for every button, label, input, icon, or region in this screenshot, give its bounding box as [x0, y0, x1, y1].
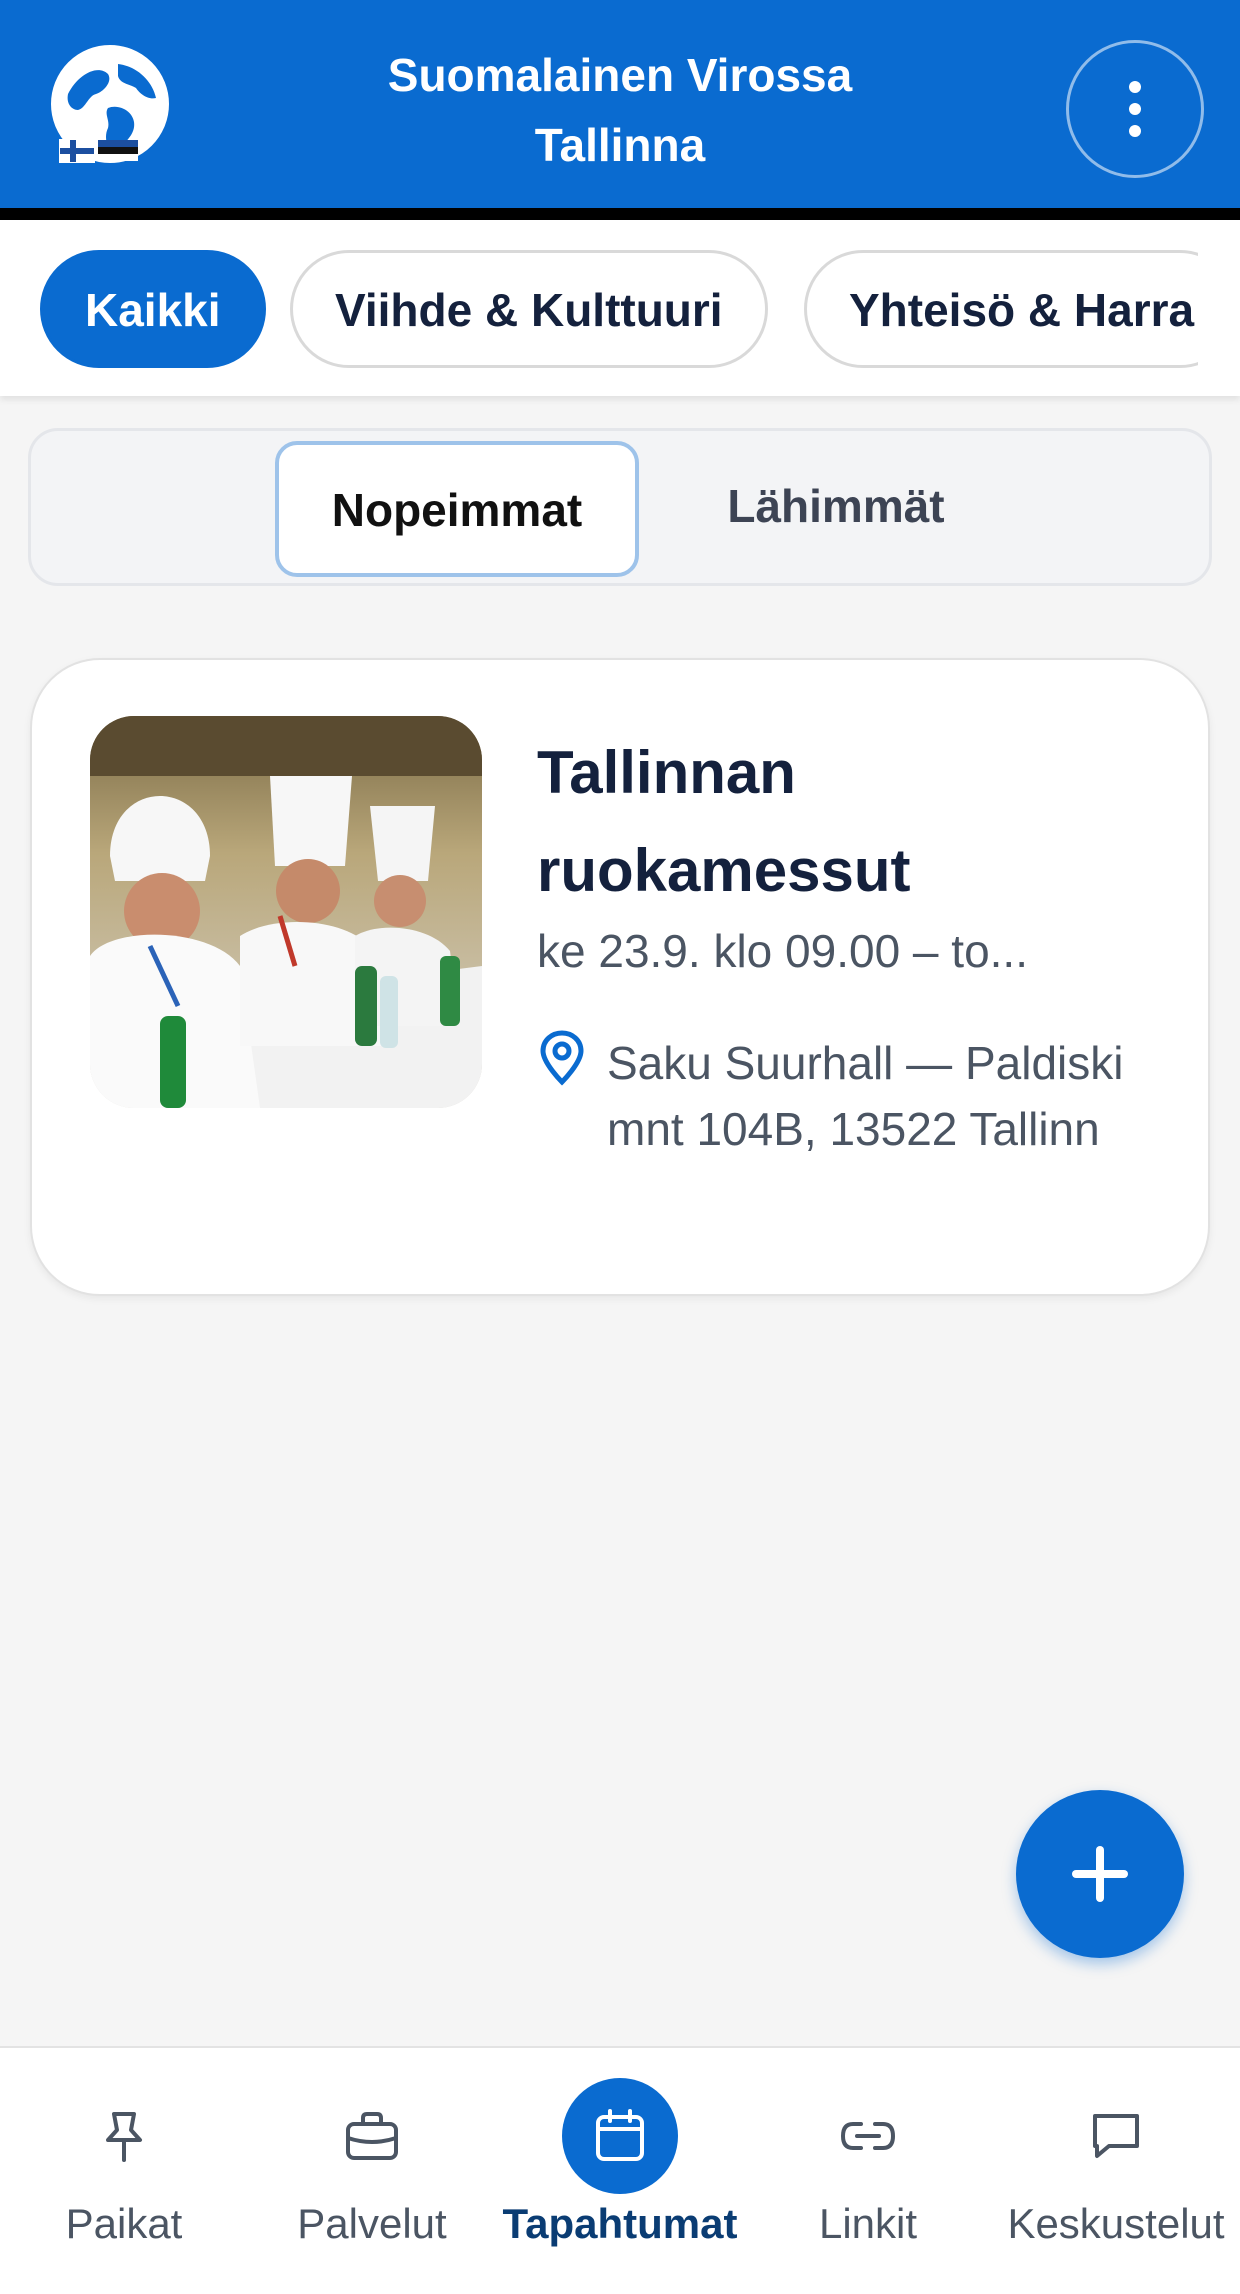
- event-card[interactable]: Tallinnan ruokamessut ke 23.9. klo 09.00…: [30, 658, 1210, 1296]
- category-chip-yhteiso[interactable]: Yhteisö & Harra: [804, 250, 1240, 368]
- event-title: Tallinnan ruokamessut: [537, 739, 911, 904]
- sort-option-lahimmat[interactable]: Lähimmät: [671, 441, 1001, 577]
- plus-icon: [1072, 1846, 1128, 1902]
- page-title: Suomalainen Virossa Tallinna: [260, 40, 980, 180]
- app-screen: Suomalainen Virossa Tallinna Kaikki Viih…: [0, 0, 1240, 2294]
- pin-icon: [106, 2112, 142, 2162]
- briefcase-icon: [346, 2112, 398, 2160]
- app-title: Suomalainen Virossa: [387, 49, 853, 101]
- nav-label: Keskustelut: [1007, 2200, 1225, 2247]
- globe-flags-logo[interactable]: [48, 44, 178, 174]
- event-address: Saku Suurhall — Paldiski mnt 104B, 13522…: [607, 1037, 1124, 1155]
- nav-item-tapahtumat[interactable]: Tapahtumat: [496, 2048, 744, 2294]
- nav-item-paikat[interactable]: Paikat: [0, 2048, 248, 2294]
- bottom-navigation: Paikat Palvelut Tapahtumat Linkit Keskus…: [0, 2046, 1240, 2294]
- more-menu-button[interactable]: [1066, 40, 1204, 178]
- sort-option-nopeimmat[interactable]: Nopeimmat: [275, 441, 639, 577]
- nav-item-linkit[interactable]: Linkit: [744, 2048, 992, 2294]
- nav-label: Tapahtumat: [502, 2200, 738, 2247]
- nav-item-palvelut[interactable]: Palvelut: [248, 2048, 496, 2294]
- chip-scroll-fade: [1198, 220, 1240, 396]
- city-title: Tallinna: [534, 119, 706, 171]
- add-event-button[interactable]: [1016, 1790, 1184, 1958]
- sort-segmented-control: Nopeimmat Lähimmät: [28, 428, 1212, 586]
- app-header: Suomalainen Virossa Tallinna: [0, 0, 1240, 208]
- nav-label: Paikat: [65, 2200, 183, 2247]
- nav-label: Linkit: [818, 2200, 918, 2247]
- event-image: [90, 716, 482, 1108]
- map-pin-icon: [540, 1030, 584, 1086]
- event-date: ke 23.9. klo 09.00 – to...: [537, 925, 1028, 977]
- nav-item-keskustelut[interactable]: Keskustelut: [992, 2048, 1240, 2294]
- header-divider: [0, 208, 1240, 220]
- category-chip-kaikki[interactable]: Kaikki: [40, 250, 266, 368]
- link-icon: [840, 2122, 896, 2150]
- calendar-icon: [596, 2109, 644, 2161]
- category-filter-bar: Kaikki Viihde & Kulttuuri Yhteisö & Harr…: [0, 220, 1240, 396]
- nav-label: Palvelut: [297, 2200, 447, 2247]
- more-vertical-icon: [1129, 81, 1141, 137]
- category-chip-viihde[interactable]: Viihde & Kulttuuri: [290, 250, 768, 368]
- chat-icon: [1093, 2114, 1139, 2158]
